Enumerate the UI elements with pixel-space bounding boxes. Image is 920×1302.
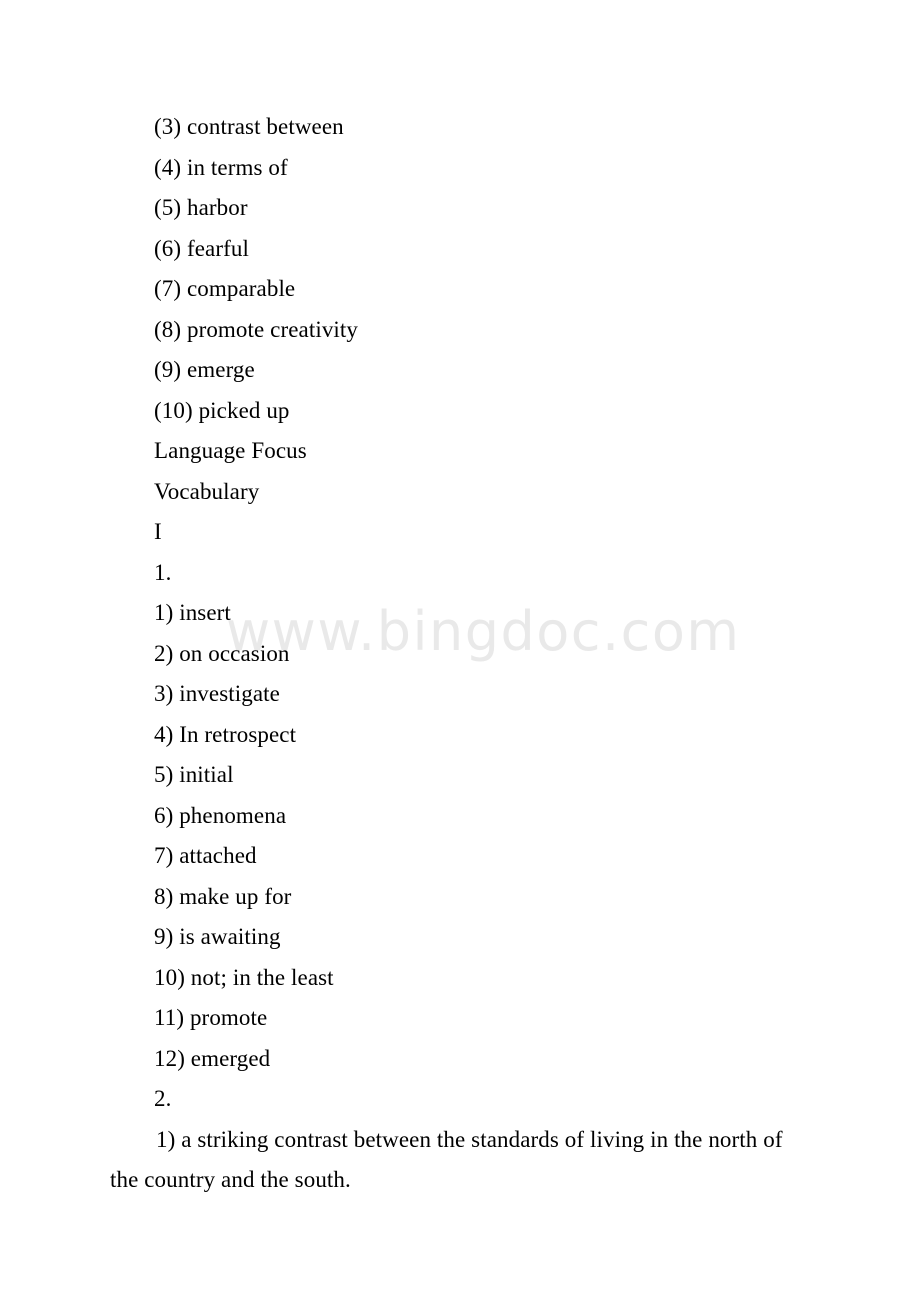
document-content: (3) contrast between (4) in terms of (5)…: [0, 0, 920, 1201]
answer-line: (4) in terms of: [154, 154, 288, 180]
answer-line: (7) comparable: [154, 276, 296, 301]
answer-line: 6) phenomena: [154, 802, 287, 828]
answer-line: 3) investigate: [154, 681, 280, 706]
answer-line: 2) on occasion: [154, 640, 290, 666]
document-page: www.bingdoc.com (3) contrast between (4)…: [0, 0, 920, 1302]
section-heading: Language Focus: [154, 438, 307, 463]
answer-line: (10) picked up: [154, 397, 290, 423]
answer-line: 10) not; in the least: [154, 964, 334, 990]
answer-line: 5) initial: [154, 762, 234, 787]
answer-line: (6) fearful: [154, 235, 249, 261]
answer-line: 12) emerged: [154, 1045, 271, 1071]
answer-line: (8) promote creativity: [154, 316, 359, 342]
top-margin-spacer: [0, 0, 920, 107]
answer-line: 8) make up for: [154, 883, 292, 909]
exercise-number: 2.: [154, 1086, 172, 1111]
answer-line: (9) emerge: [154, 357, 255, 382]
section-number: I: [154, 519, 162, 544]
exercise-number: 1.: [154, 559, 172, 585]
answer-paragraph: 1) a striking contrast between the stand…: [110, 1126, 783, 1193]
answer-line: 11) promote: [154, 1005, 268, 1030]
answer-line: 9) is awaiting: [154, 924, 281, 949]
answer-line: (3) contrast between: [154, 114, 344, 139]
answer-line: 7) attached: [154, 843, 257, 868]
answer-line: 1) insert: [154, 600, 231, 625]
answer-line: (5) harbor: [154, 195, 248, 220]
answer-line: 4) In retrospect: [154, 721, 297, 747]
subsection-heading: Vocabulary: [154, 478, 260, 504]
